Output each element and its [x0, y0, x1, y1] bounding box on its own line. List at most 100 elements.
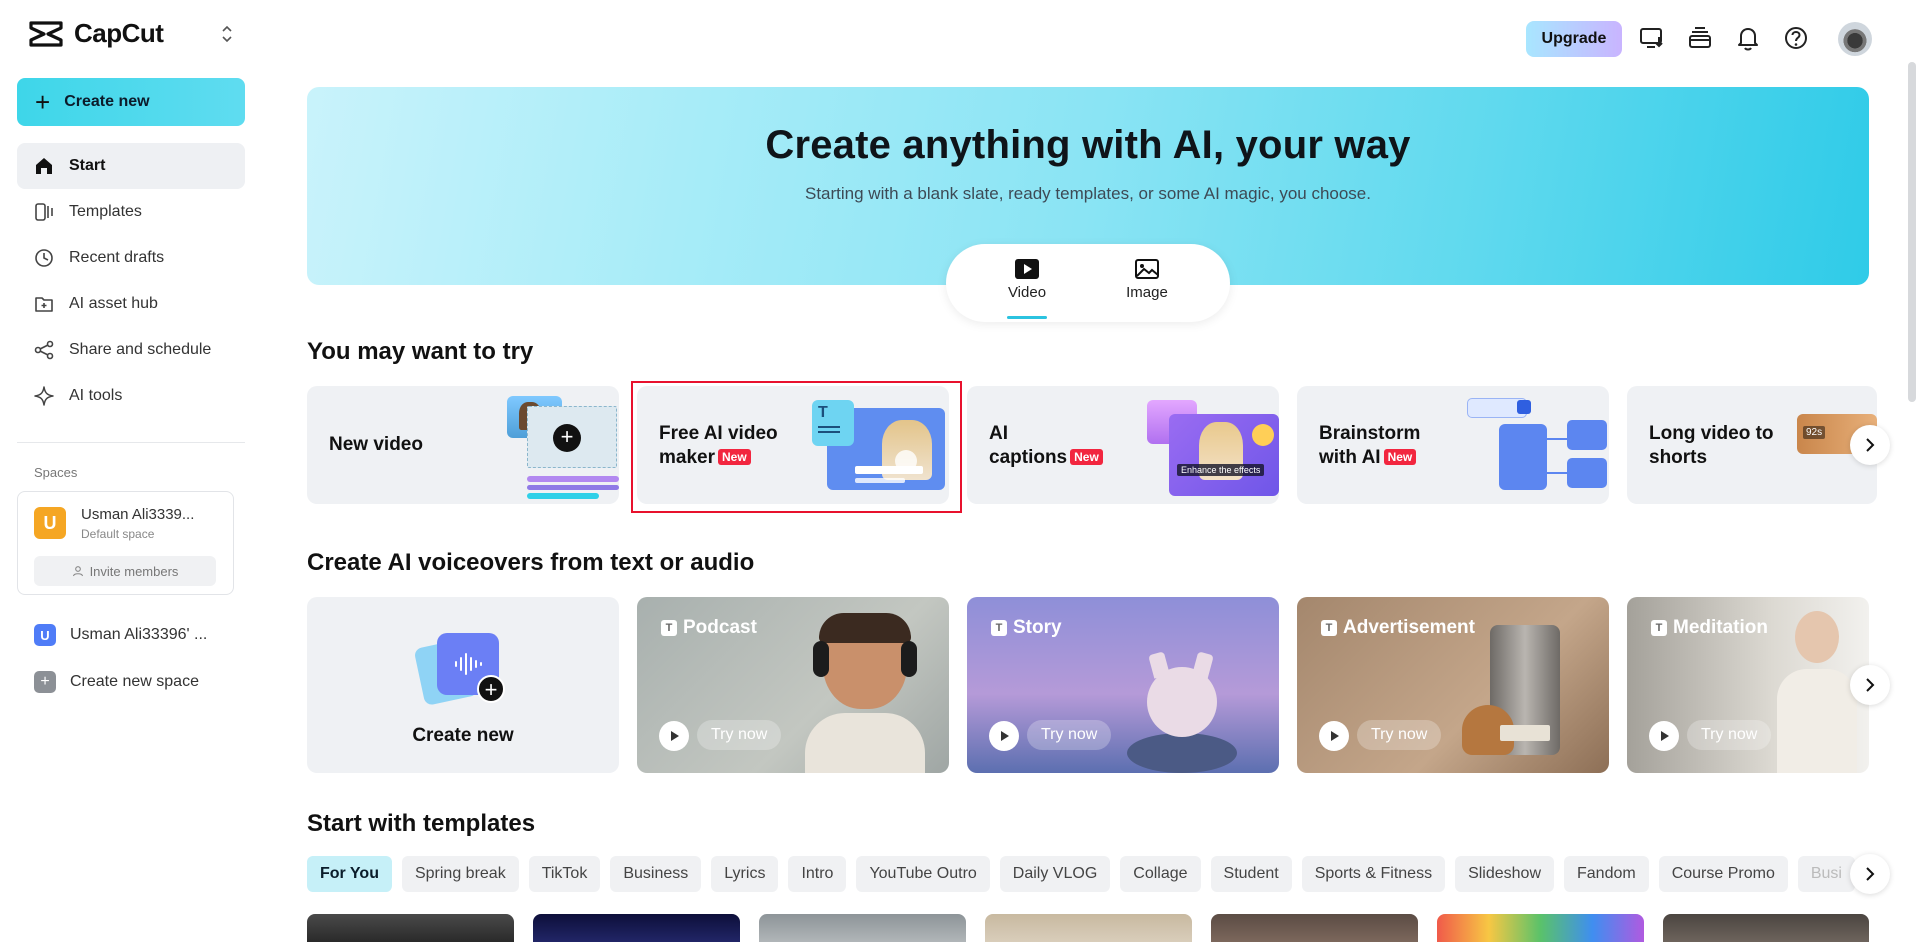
image-icon [1135, 259, 1159, 279]
home-icon [36, 158, 52, 174]
hero-subtitle: Starting with a blank slate, ready templ… [804, 184, 1371, 203]
voiceover-carousel-next-button[interactable] [1850, 665, 1890, 705]
template-thumbnail[interactable] [1663, 914, 1869, 942]
mode-tab-image[interactable]: Image [1107, 258, 1187, 301]
chip-intro[interactable]: Intro [788, 856, 847, 892]
create-new-button[interactable]: + Create new [17, 78, 245, 126]
template-thumbnail[interactable] [307, 914, 514, 942]
template-thumbnail[interactable] [759, 914, 966, 942]
play-button[interactable] [659, 721, 689, 751]
invite-members-button[interactable]: Invite members [34, 556, 216, 586]
story-cat-image [1117, 637, 1237, 773]
chip-fandom[interactable]: Fandom [1564, 856, 1649, 892]
capcut-logo[interactable]: CapCut [28, 18, 164, 49]
plus-icon: + [34, 671, 56, 693]
caption-overlay: Enhance the effects [1177, 464, 1265, 476]
chip-slideshow[interactable]: Slideshow [1455, 856, 1554, 892]
try-now-button[interactable]: Try now [1357, 720, 1442, 750]
space-subtitle: Default space [81, 527, 155, 541]
sidebar-item-label: AI tools [69, 387, 123, 404]
play-icon [1661, 731, 1669, 741]
hero-title: Create anything with AI, your way [765, 123, 1411, 167]
sidebar-item-start[interactable]: Start [17, 143, 245, 189]
sidebar-nav: Start Templates Recent drafts AI asset h… [17, 143, 245, 419]
play-icon [1001, 731, 1009, 741]
chip-spring-break[interactable]: Spring break [401, 856, 519, 892]
play-button[interactable] [1319, 721, 1349, 751]
mode-tab-video[interactable]: Video [987, 258, 1067, 301]
chip-lyrics[interactable]: Lyrics [711, 856, 779, 892]
chip-tiktok[interactable]: TikTok [528, 856, 601, 892]
selection-highlight [631, 381, 962, 513]
play-icon [1331, 731, 1339, 741]
voiceover-card-label: T Story [991, 617, 1062, 639]
chevron-right-icon [1866, 438, 1875, 452]
space-name: Usman Ali3339... [81, 506, 195, 523]
help-icon[interactable] [1782, 24, 1810, 52]
layers-icon[interactable] [1686, 24, 1714, 52]
sidebar-item-ai-asset-hub[interactable]: AI asset hub [17, 281, 245, 327]
duration-badge: 92s [1803, 426, 1826, 439]
workspace-switcher-icon[interactable] [218, 22, 236, 46]
sidebar-item-ai-tools[interactable]: AI tools [17, 373, 245, 419]
space-item-usman[interactable]: U Usman Ali33396' ... [34, 624, 207, 646]
chip-course-promo[interactable]: Course Promo [1658, 856, 1788, 892]
chip-for-you[interactable]: For You [307, 856, 392, 892]
voiceover-card-advertisement[interactable]: T Advertisement Try now [1297, 597, 1609, 773]
chip-student[interactable]: Student [1210, 856, 1292, 892]
page-scrollbar[interactable] [1908, 62, 1916, 402]
try-section-title: You may want to try [307, 338, 534, 365]
bell-icon[interactable] [1734, 24, 1762, 52]
try-now-button[interactable]: Try now [697, 720, 782, 750]
profile-avatar[interactable] [1838, 22, 1872, 56]
try-carousel-next-button[interactable] [1850, 425, 1890, 465]
play-button[interactable] [989, 721, 1019, 751]
try-card-brainstorm-with-ai[interactable]: Brainstorm with AI New [1297, 386, 1609, 504]
chip-business-truncated[interactable]: Busi [1797, 856, 1855, 892]
upgrade-button[interactable]: Upgrade [1526, 21, 1622, 57]
sidebar-item-templates[interactable]: Templates [17, 189, 245, 235]
sidebar-item-recent-drafts[interactable]: Recent drafts [17, 235, 245, 281]
chip-daily-vlog[interactable]: Daily VLOG [999, 856, 1111, 892]
templates-icon [35, 203, 53, 221]
voiceover-card-meditation[interactable]: T Meditation Try now [1627, 597, 1869, 773]
try-card-long-video-to-shorts[interactable]: Long video to shorts 92s [1627, 386, 1877, 504]
template-thumbnail[interactable] [985, 914, 1192, 942]
play-icon [671, 731, 679, 741]
voiceover-create-new-card[interactable]: + Create new [307, 597, 619, 773]
try-card-ai-captions[interactable]: AI captions New Enhance the effects [967, 386, 1279, 504]
mode-label: Video [1007, 284, 1047, 301]
sidebar-divider [17, 442, 245, 443]
chip-business[interactable]: Business [610, 856, 702, 892]
new-badge: New [1070, 449, 1103, 465]
active-mode-indicator [1007, 316, 1047, 319]
brainstorm-illustration [1467, 398, 1609, 502]
chip-youtube-outro[interactable]: YouTube Outro [856, 856, 990, 892]
spaces-heading: Spaces [34, 465, 78, 480]
chip-sports-fitness[interactable]: Sports & Fitness [1301, 856, 1446, 892]
try-now-button[interactable]: Try now [1687, 720, 1772, 750]
desktop-download-icon[interactable] [1638, 24, 1666, 52]
new-video-illustration: + [507, 396, 619, 504]
person-icon [72, 566, 83, 577]
create-new-space-label: Create new space [70, 673, 199, 690]
audio-wave-illustration: + [413, 633, 505, 707]
chips-next-button[interactable] [1850, 854, 1890, 894]
template-thumbnail[interactable] [1211, 914, 1418, 942]
template-thumbnail[interactable] [533, 914, 740, 942]
voiceover-card-label: T Podcast [661, 617, 757, 639]
sidebar-item-share-and-schedule[interactable]: Share and schedule [17, 327, 245, 373]
create-new-label: Create new [64, 93, 150, 110]
play-button[interactable] [1649, 721, 1679, 751]
create-new-space-button[interactable]: + Create new space [34, 671, 199, 693]
sidebar-item-label: Templates [69, 203, 142, 220]
invite-members-label: Invite members [89, 563, 179, 579]
try-card-new-video[interactable]: New video + [307, 386, 619, 504]
default-space-card[interactable]: U Usman Ali3339... Default space Invite … [17, 491, 234, 595]
try-now-button[interactable]: Try now [1027, 720, 1112, 750]
voiceover-card-story[interactable]: T Story Try now [967, 597, 1279, 773]
template-thumbnail[interactable] [1437, 914, 1644, 942]
chip-collage[interactable]: Collage [1120, 856, 1201, 892]
clock-icon [35, 249, 53, 267]
voiceover-card-podcast[interactable]: T Podcast Try now [637, 597, 949, 773]
